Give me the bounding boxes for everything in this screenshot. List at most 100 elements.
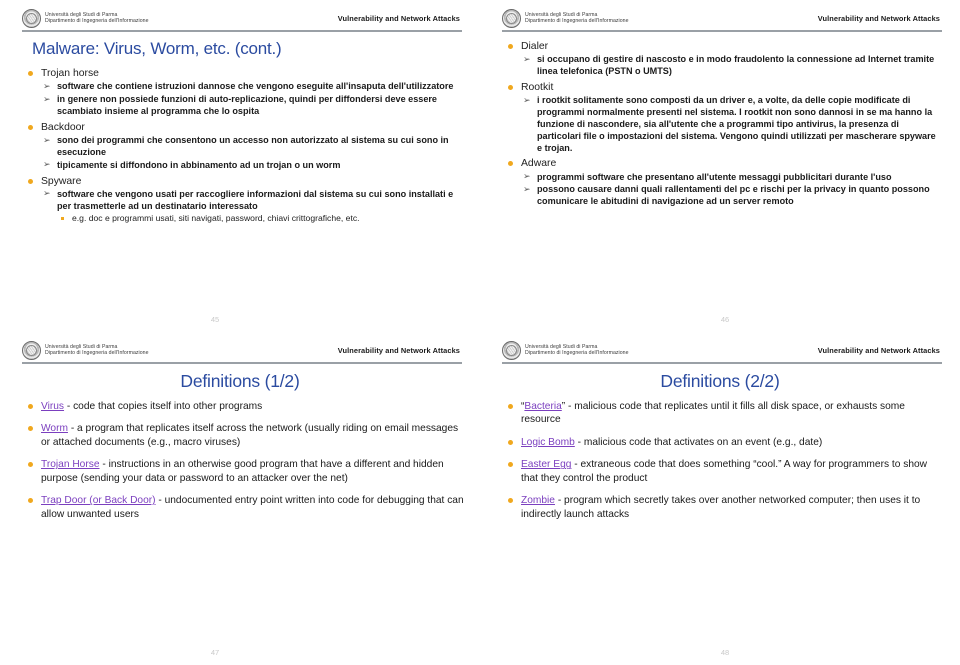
list-item: ➢ programmi software che presentano all'… — [521, 171, 942, 184]
list-item: ➢ software che contiene istruzioni danno… — [41, 81, 464, 93]
course-title: Vulnerability and Network Attacks — [817, 345, 940, 355]
arrow-bullet-icon: ➢ — [43, 80, 51, 91]
page-number: 47 — [210, 648, 220, 657]
arrow-bullet-icon: ➢ — [523, 94, 531, 105]
bullet-dot-icon — [28, 498, 33, 504]
arrow-bullet-icon: ➢ — [43, 159, 51, 170]
list-item: Backdoor ➢ sono dei programmi che consen… — [26, 121, 464, 172]
item-label: Backdoor — [41, 121, 85, 133]
item-text: tipicamente si diffondono in abbinamento… — [57, 159, 341, 170]
definition-term: Virus — [41, 401, 65, 412]
item-label: Spyware — [41, 175, 82, 187]
bullet-dot-icon — [508, 462, 513, 468]
sub-bullet-list: ➢ software che vengono usati per raccogl… — [41, 188, 464, 225]
bullet-dot-icon — [508, 498, 513, 504]
definition-term: Bacteria — [524, 401, 562, 412]
slide-body: “Bacteria” - malicious code that replica… — [480, 400, 960, 521]
page-number: 45 — [210, 315, 220, 324]
item-text: possono causare danni quali rallentament… — [537, 184, 930, 207]
slide-title: Definitions (2/2) — [660, 371, 780, 391]
arrow-bullet-icon: ➢ — [43, 188, 51, 199]
arrow-bullet-icon: ➢ — [523, 183, 531, 194]
institution-block: Università degli Studi di Parma Dipartim… — [22, 8, 149, 28]
page-number: 48 — [720, 648, 730, 657]
slide-title: Definitions (1/2) — [180, 371, 300, 391]
bullet-dot-icon — [508, 404, 513, 409]
bullet-dot-icon — [28, 404, 33, 409]
sub-bullet-list: ➢ software che contiene istruzioni danno… — [41, 81, 464, 117]
slide-header: Università degli Studi di Parma Dipartim… — [22, 6, 462, 32]
definition-text: - instructions in an otherwise good prog… — [41, 459, 444, 484]
university-crest-icon — [502, 8, 521, 28]
item-label: Adware — [521, 158, 557, 170]
bullet-list: Trojan horse ➢ software che contiene ist… — [26, 67, 464, 225]
item-text: si occupano di gestire di nascosto e in … — [537, 54, 935, 77]
list-item: Virus - code that copies itself into oth… — [26, 400, 464, 413]
item-label: Rootkit — [521, 81, 554, 93]
list-item: Trap Door (or Back Door) - undocumented … — [26, 494, 464, 521]
slide-47: Università degli Studi di Parma Dipartim… — [0, 332, 480, 665]
sub-bullet-list: ➢ si occupano di gestire di nascosto e i… — [521, 54, 942, 78]
definition-text: - extraneous code that does something “c… — [521, 459, 928, 484]
bullet-dot-icon — [508, 439, 513, 445]
arrow-bullet-icon: ➢ — [523, 53, 531, 64]
list-item: “Bacteria” - malicious code that replica… — [506, 400, 942, 427]
arrow-bullet-icon: ➢ — [523, 171, 531, 182]
item-label: Dialer — [521, 41, 549, 52]
slide-header: Università degli Studi di Parma Dipartim… — [502, 338, 942, 364]
bullet-dot-icon — [508, 161, 513, 167]
item-text: software che vengono usati per raccoglie… — [57, 188, 454, 211]
slide-46: Università degli Studi di Parma Dipartim… — [480, 0, 960, 332]
list-item: Spyware ➢ software che vengono usati per… — [26, 175, 464, 225]
arrow-bullet-icon: ➢ — [43, 134, 51, 145]
definition-text: - code that copies itself into other pro… — [64, 401, 263, 412]
arrow-bullet-icon: ➢ — [43, 93, 51, 104]
course-title: Vulnerability and Network Attacks — [337, 13, 460, 23]
list-item: ➢ sono dei programmi che consentono un a… — [41, 135, 464, 159]
slide-header: Università degli Studi di Parma Dipartim… — [22, 338, 462, 364]
course-title: Vulnerability and Network Attacks — [337, 345, 460, 355]
slide-45: Università degli Studi di Parma Dipartim… — [0, 0, 480, 332]
bullet-dot-icon — [28, 426, 33, 432]
bullet-list: Dialer ➢ si occupano di gestire di nasco… — [506, 40, 942, 208]
definition-term: Easter Egg — [521, 459, 572, 471]
list-item: Adware ➢ programmi software che presenta… — [506, 157, 942, 208]
list-item: Trojan horse ➢ software che contiene ist… — [26, 67, 464, 118]
definition-term: Zombie — [521, 495, 555, 507]
list-item: e.g. doc e programmi usati, siti navigat… — [57, 213, 464, 224]
university-crest-icon — [22, 8, 41, 28]
bullet-dot-icon — [28, 71, 33, 76]
bullet-dot-icon — [508, 84, 513, 90]
item-text: e.g. doc e programmi usati, siti navigat… — [72, 213, 360, 224]
slide-body: Trojan horse ➢ software che contiene ist… — [0, 67, 480, 225]
definition-text: - malicious code that replicates until i… — [521, 401, 905, 426]
sub-sub-bullet-list: e.g. doc e programmi usati, siti navigat… — [57, 213, 464, 224]
item-label: Trojan horse — [41, 68, 99, 79]
slide-body: Virus - code that copies itself into oth… — [0, 400, 480, 521]
definition-list: “Bacteria” - malicious code that replica… — [506, 400, 942, 521]
institution-line2: Dipartimento di Ingegneria dell'Informaz… — [525, 18, 629, 24]
list-item: Easter Egg - extraneous code that does s… — [506, 458, 942, 485]
slide-header: Università degli Studi di Parma Dipartim… — [502, 6, 942, 32]
item-text: software che contiene istruzioni dannose… — [57, 81, 454, 92]
institution-text: Università degli Studi di Parma Dipartim… — [525, 344, 629, 356]
definition-text: - malicious code that activates on an ev… — [574, 436, 823, 448]
institution-line2: Dipartimento di Ingegneria dell'Informaz… — [45, 350, 149, 356]
institution-text: Università degli Studi di Parma Dipartim… — [45, 12, 149, 24]
slide-title: Malware: Virus, Worm, etc. (cont.) — [32, 39, 282, 58]
square-bullet-icon — [61, 217, 64, 221]
item-text: in genere non possiede funzioni di auto-… — [57, 94, 437, 116]
list-item: ➢ i rootkit solitamente sono composti da… — [521, 95, 942, 154]
definition-term: Trojan Horse — [41, 459, 100, 471]
list-item: Worm - a program that replicates itself … — [26, 422, 464, 449]
institution-line2: Dipartimento di Ingegneria dell'Informaz… — [45, 18, 149, 24]
slide-body: Dialer ➢ si occupano di gestire di nasco… — [480, 40, 960, 208]
institution-line2: Dipartimento di Ingegneria dell'Informaz… — [525, 350, 629, 356]
institution-text: Università degli Studi di Parma Dipartim… — [45, 344, 149, 356]
university-crest-icon — [22, 340, 41, 360]
slide-48: Università degli Studi di Parma Dipartim… — [480, 332, 960, 665]
definition-text: - program which secretly takes over anot… — [521, 495, 921, 520]
institution-block: Università degli Studi di Parma Dipartim… — [22, 340, 149, 360]
item-text: sono dei programmi che consentono un acc… — [57, 135, 449, 157]
item-text: programmi software che presentano all'ut… — [537, 171, 892, 182]
